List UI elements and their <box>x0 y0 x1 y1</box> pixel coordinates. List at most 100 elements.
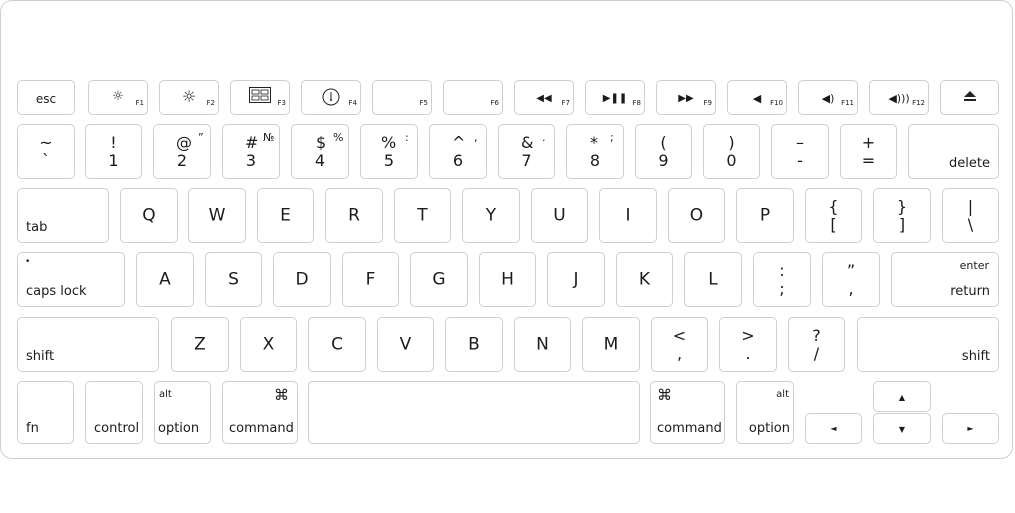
key-x[interactable]: X <box>240 317 297 372</box>
key-semicolon[interactable]: : ; <box>753 252 811 307</box>
key-control[interactable]: control <box>85 381 143 444</box>
key-7-lower: 7 <box>521 151 532 170</box>
key-f[interactable]: F <box>342 252 399 307</box>
key-tab-label: tab <box>26 220 48 235</box>
key-y-label: Y <box>485 205 497 225</box>
key-fn[interactable]: fn <box>17 381 74 444</box>
key-k[interactable]: K <box>616 252 673 307</box>
key-z[interactable]: Z <box>171 317 229 372</box>
key-o[interactable]: O <box>668 188 725 243</box>
key-arrow-down[interactable]: ▼ <box>873 413 931 444</box>
key-2-lower: 2 <box>176 151 188 170</box>
key-return[interactable]: enter return <box>891 252 999 307</box>
key-f9[interactable]: ▶▶ F9 <box>656 80 716 115</box>
key-f3[interactable]: F3 <box>230 80 290 115</box>
key-f11-label: F11 <box>841 99 854 107</box>
key-y[interactable]: Y <box>462 188 520 243</box>
key-q[interactable]: Q <box>120 188 178 243</box>
key-left-bracket-lower: [ <box>830 215 837 234</box>
key-8-upper: * <box>590 133 598 152</box>
key-2[interactable]: @ ” 2 <box>153 124 211 179</box>
key-f4[interactable]: F4 <box>301 80 361 115</box>
key-right-option[interactable]: alt option <box>736 381 794 444</box>
key-left-shift[interactable]: shift <box>17 317 159 372</box>
key-f1[interactable]: ☼ F1 <box>88 80 148 115</box>
key-minus[interactable]: – - <box>771 124 829 179</box>
key-k-label: K <box>638 269 651 289</box>
key-c[interactable]: C <box>308 317 366 372</box>
key-p[interactable]: P <box>736 188 794 243</box>
key-r[interactable]: R <box>325 188 383 243</box>
key-d-label: D <box>295 269 309 289</box>
key-arrow-left[interactable]: ◄ <box>805 413 862 444</box>
key-right-bracket[interactable]: } ] <box>873 188 931 243</box>
key-n[interactable]: N <box>514 317 571 372</box>
key-b[interactable]: B <box>445 317 503 372</box>
key-esc[interactable]: esc <box>17 80 75 115</box>
key-f2-label: F2 <box>206 99 215 107</box>
key-m[interactable]: M <box>582 317 640 372</box>
key-d[interactable]: D <box>273 252 331 307</box>
key-right-shift[interactable]: shift <box>857 317 999 372</box>
key-7[interactable]: & . 7 <box>498 124 555 179</box>
key-delete[interactable]: delete <box>908 124 999 179</box>
key-f12[interactable]: ◀))) F12 <box>869 80 929 115</box>
key-a[interactable]: A <box>136 252 194 307</box>
key-arrow-right[interactable]: ► <box>942 413 999 444</box>
key-a-label: A <box>159 269 171 289</box>
key-g[interactable]: G <box>410 252 468 307</box>
key-f7-label: F7 <box>561 99 570 107</box>
key-s[interactable]: S <box>205 252 262 307</box>
key-u[interactable]: U <box>531 188 588 243</box>
key-4-upper: $ <box>316 133 327 152</box>
key-tab[interactable]: tab <box>17 188 109 243</box>
key-f10[interactable]: ◀ F10 <box>727 80 787 115</box>
key-v[interactable]: V <box>377 317 434 372</box>
key-z-label: Z <box>194 334 206 354</box>
key-space[interactable] <box>308 381 640 444</box>
key-l[interactable]: L <box>684 252 742 307</box>
key-right-command[interactable]: ⌘ command <box>650 381 725 444</box>
key-f6[interactable]: F6 <box>443 80 503 115</box>
key-left-command-label: command <box>229 421 294 436</box>
key-quote[interactable]: ” , <box>822 252 880 307</box>
key-left-bracket[interactable]: { [ <box>805 188 862 243</box>
key-right-shift-label: shift <box>961 349 990 364</box>
key-h[interactable]: H <box>479 252 536 307</box>
key-e[interactable]: E <box>257 188 314 243</box>
key-1[interactable]: ! 1 <box>85 124 142 179</box>
key-i[interactable]: I <box>599 188 657 243</box>
key-j[interactable]: J <box>547 252 605 307</box>
key-backslash[interactable]: | \ <box>942 188 999 243</box>
key-9[interactable]: ( 9 <box>635 124 692 179</box>
key-eject[interactable] <box>940 80 999 115</box>
key-period[interactable]: > . <box>719 317 777 372</box>
key-arrow-up[interactable]: ▲ <box>873 381 931 412</box>
key-f2[interactable]: ☼ F2 <box>159 80 219 115</box>
key-f8[interactable]: ▶❚❚ F8 <box>585 80 645 115</box>
key-3-upper: # <box>245 133 259 152</box>
key-slash-lower: / <box>813 344 820 363</box>
key-left-command[interactable]: ⌘ command <box>222 381 298 444</box>
key-8[interactable]: * ; 8 <box>566 124 624 179</box>
key-t[interactable]: T <box>394 188 451 243</box>
key-comma-upper: < <box>672 326 687 345</box>
key-f3-label: F3 <box>277 99 286 107</box>
key-f5[interactable]: F5 <box>372 80 432 115</box>
key-comma[interactable]: < , <box>651 317 708 372</box>
key-4[interactable]: $ % 4 <box>291 124 349 179</box>
key-f7[interactable]: ◀◀ F7 <box>514 80 574 115</box>
key-w[interactable]: W <box>188 188 246 243</box>
key-equals[interactable]: + = <box>840 124 897 179</box>
key-6[interactable]: ^ , 6 <box>429 124 487 179</box>
key-3[interactable]: # № 3 <box>222 124 280 179</box>
key-f11[interactable]: ◀) F11 <box>798 80 858 115</box>
caps-lock-indicator: • <box>25 257 31 267</box>
key-tilde[interactable]: ~ ` <box>17 124 75 179</box>
key-slash[interactable]: ? / <box>788 317 845 372</box>
key-5[interactable]: % : 5 <box>360 124 418 179</box>
key-left-option[interactable]: alt option <box>154 381 211 444</box>
command-icon: ⌘ <box>657 386 672 404</box>
key-caps-lock[interactable]: • caps lock <box>17 252 125 307</box>
key-0[interactable]: ) 0 <box>703 124 760 179</box>
